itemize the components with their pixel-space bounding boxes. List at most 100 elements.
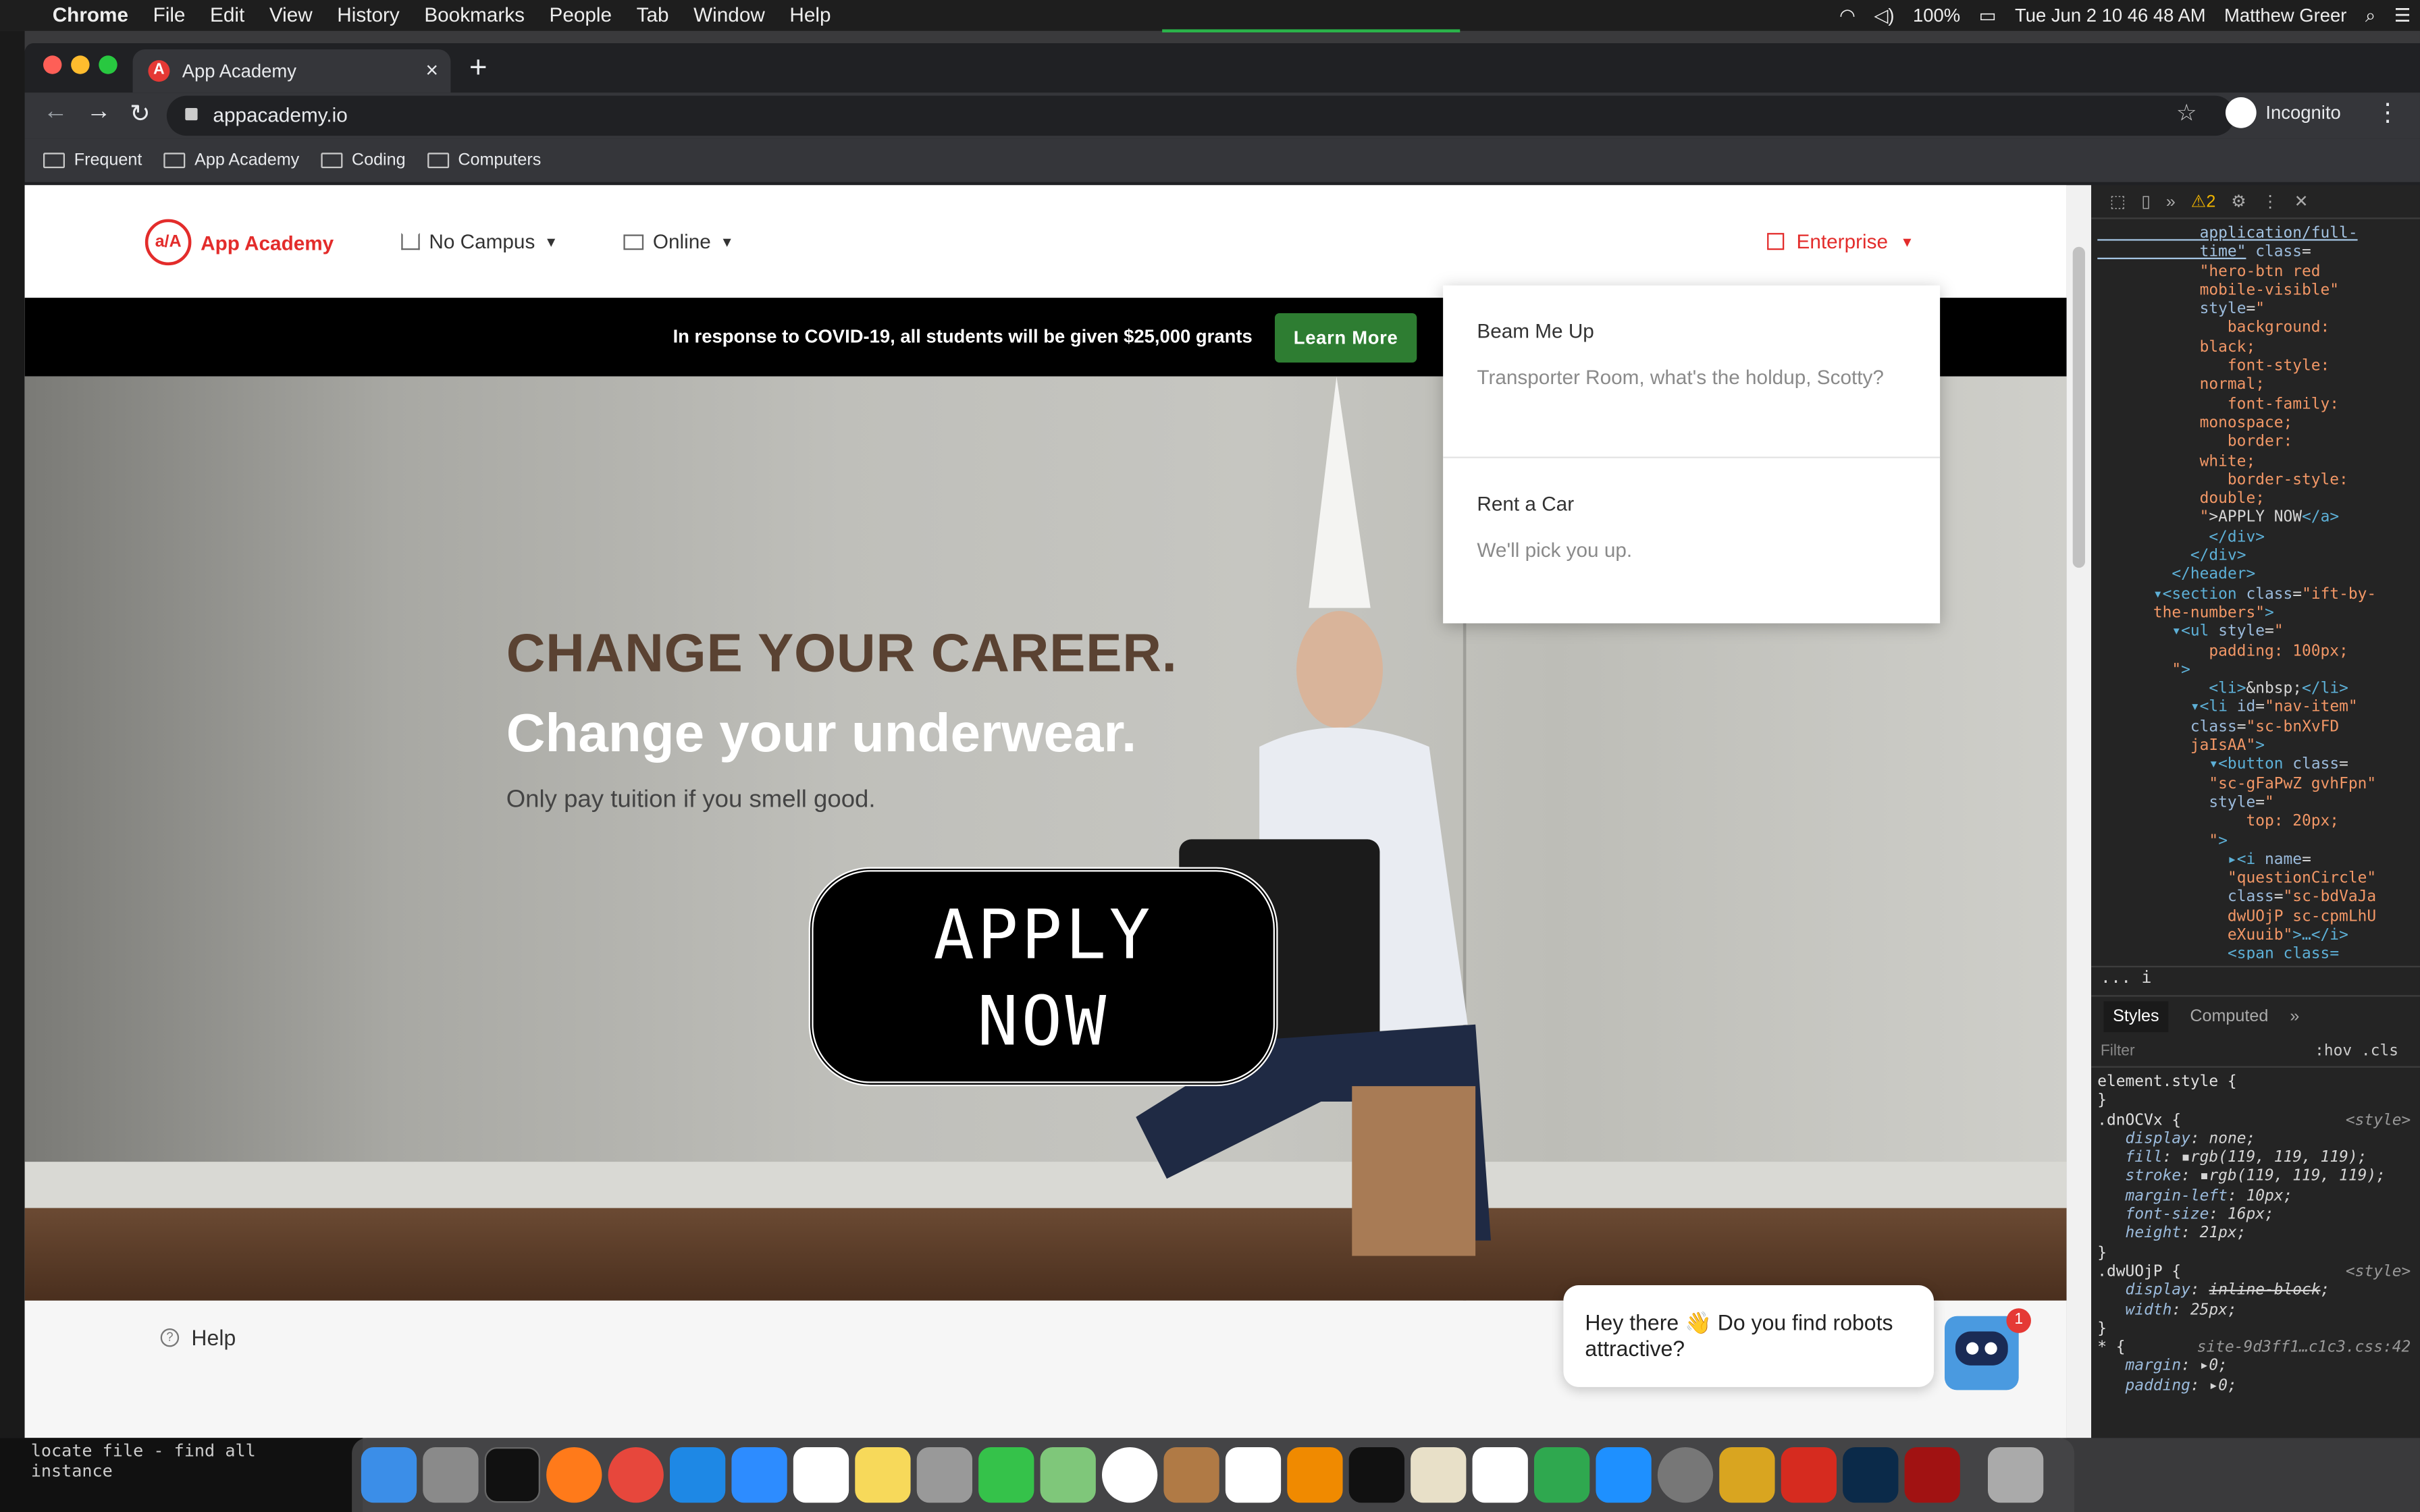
menu-people[interactable]: People (537, 0, 624, 31)
minimize-window-button[interactable] (71, 55, 90, 74)
maps-icon[interactable] (1040, 1447, 1096, 1503)
devtools-menu-icon[interactable]: ⋮ (2262, 191, 2279, 211)
bookmark-folder-frequent[interactable]: Frequent (43, 151, 142, 169)
monitor-icon (623, 234, 644, 250)
scrollbar-thumb[interactable] (2072, 246, 2085, 568)
styles-pane[interactable]: element.style { } .dnOCVx { <style> disp… (2091, 1071, 2420, 1438)
back-arrow-icon[interactable]: ← (43, 99, 68, 126)
user-name[interactable]: Matthew Greer (2215, 5, 2356, 26)
menu-bookmarks[interactable]: Bookmarks (412, 0, 537, 31)
question-circle-icon: ? (160, 1328, 180, 1347)
menu-file[interactable]: File (140, 0, 197, 31)
zoom-window-button[interactable] (99, 55, 117, 74)
menu-window[interactable]: Window (681, 0, 777, 31)
help-link[interactable]: ? Help (160, 1325, 236, 1350)
chrome-menu-icon[interactable]: ⋮ (2375, 97, 2400, 128)
tab-styles[interactable]: Styles (2103, 1001, 2169, 1033)
close-window-button[interactable] (43, 55, 62, 74)
menu-history[interactable]: History (325, 0, 412, 31)
nav-campus-dropdown[interactable]: No Campus ▼ (401, 230, 558, 253)
spotlight-search-icon[interactable]: ⌕ (2356, 4, 2385, 27)
new-tab-button[interactable]: + (469, 49, 488, 86)
menu-help[interactable]: Help (777, 0, 843, 31)
site-logo[interactable]: a/A App Academy (144, 219, 334, 266)
reminders-icon[interactable] (1472, 1447, 1528, 1503)
apply-now-button[interactable]: APPLY NOW (808, 867, 1278, 1087)
address-bar[interactable]: appacademy.io (166, 95, 2235, 136)
warning-count[interactable]: ⚠2 (2191, 191, 2216, 211)
inspect-icon[interactable]: ⬚ (2110, 191, 2126, 211)
launchpad-icon[interactable] (423, 1447, 479, 1503)
page-load-progress (1162, 29, 1461, 32)
tab-computed[interactable]: Computed (2190, 1008, 2268, 1026)
device-toggle-icon[interactable]: ▯ (2141, 191, 2151, 211)
enterprise-dropdown-menu: Beam Me Up Transporter Room, what's the … (1443, 285, 1941, 624)
terminal-icon[interactable] (484, 1447, 540, 1503)
more-panels-icon[interactable]: » (2166, 192, 2176, 211)
menu-app-name[interactable]: Chrome (40, 0, 140, 31)
facetime-icon[interactable] (978, 1447, 1034, 1503)
close-tab-icon[interactable]: × (425, 57, 438, 82)
vlc-icon[interactable] (1287, 1447, 1343, 1503)
robot-eye (1966, 1342, 1979, 1355)
dropdown-item-rent-a-car[interactable]: Rent a Car We'll pick you up. (1443, 458, 1940, 599)
page-scrollbar[interactable] (2066, 185, 2092, 1438)
slack-icon[interactable] (793, 1447, 849, 1503)
numbers-icon[interactable] (1533, 1447, 1590, 1503)
vscode-icon[interactable] (669, 1447, 726, 1503)
nav-online-label: Online (652, 230, 711, 253)
more-tabs-icon[interactable]: » (2290, 1008, 2299, 1026)
folder-icon (321, 153, 343, 169)
zoom-icon[interactable] (731, 1447, 787, 1503)
photos-icon[interactable] (1101, 1447, 1158, 1503)
styles-filter-input[interactable]: Filter :hov .cls (2091, 1037, 2420, 1068)
background-window (0, 30, 25, 1438)
incognito-button[interactable]: Incognito (2225, 97, 2341, 128)
learn-more-button[interactable]: Learn More (1274, 313, 1417, 363)
wifi-icon[interactable]: ◠ (1830, 5, 1864, 26)
menu-tab[interactable]: Tab (624, 0, 681, 31)
volume-icon[interactable]: ◁) (1865, 5, 1904, 26)
bookmark-folder-coding[interactable]: Coding (321, 151, 406, 169)
nav-online-dropdown[interactable]: Online ▼ (623, 230, 734, 253)
trash-icon[interactable] (1987, 1447, 2044, 1503)
app-store-icon[interactable] (1596, 1447, 1652, 1503)
apple-tv-icon[interactable] (1348, 1447, 1404, 1503)
creative-cloud-icon[interactable] (1781, 1447, 1837, 1503)
bookmark-folder-app-academy[interactable]: App Academy (163, 151, 299, 169)
chat-bubble[interactable]: Hey there 👋 Do you find robots attractiv… (1563, 1285, 1934, 1387)
keychain-icon[interactable] (1719, 1447, 1775, 1503)
contacts-icon[interactable] (1163, 1447, 1219, 1503)
incognito-icon (2225, 97, 2257, 128)
dropdown-item-title: Rent a Car (1477, 492, 1575, 516)
menu-view[interactable]: View (257, 0, 325, 31)
calendar-icon[interactable] (1225, 1447, 1282, 1503)
textedit-icon[interactable] (1411, 1447, 1467, 1503)
forward-arrow-icon[interactable]: → (86, 99, 111, 126)
nav-enterprise-dropdown[interactable]: Enterprise ▼ (1767, 230, 1914, 253)
battery-icon[interactable]: ▭ (1970, 5, 2005, 26)
styles-tabs: Styles Computed » (2091, 1000, 2420, 1033)
dropdown-item-beam-me-up[interactable]: Beam Me Up Transporter Room, what's the … (1443, 286, 1940, 426)
notes-icon[interactable] (855, 1447, 911, 1503)
menu-edit[interactable]: Edit (198, 0, 257, 31)
browser-tab[interactable]: A App Academy × (132, 49, 451, 93)
lock-icon[interactable] (185, 107, 198, 121)
clock[interactable]: Tue Jun 2 10 46 48 AM (2005, 5, 2215, 26)
finder-icon[interactable] (361, 1447, 417, 1503)
battery-percent[interactable]: 100% (1903, 5, 1970, 26)
photoshop-icon[interactable] (1843, 1447, 1899, 1503)
bookmark-star-icon[interactable]: ☆ (2176, 99, 2197, 127)
settings-gear-icon[interactable]: ⚙ (2231, 191, 2246, 211)
chrome-icon[interactable] (608, 1447, 664, 1503)
system-preferences-icon[interactable] (1657, 1447, 1714, 1503)
close-devtools-icon[interactable]: ✕ (2294, 191, 2309, 211)
elements-tree[interactable]: application/full- time" class= "hero-btn… (2091, 222, 2420, 960)
notification-center-icon[interactable]: ☰ (2385, 5, 2420, 26)
acrobat-icon[interactable] (1904, 1447, 1960, 1503)
calculator-icon[interactable] (916, 1447, 972, 1503)
bookmark-folder-computers[interactable]: Computers (427, 151, 541, 169)
filter-options[interactable]: :hov .cls (2315, 1043, 2398, 1060)
firefox-icon[interactable] (546, 1447, 602, 1503)
reload-icon[interactable]: ↻ (130, 99, 151, 130)
